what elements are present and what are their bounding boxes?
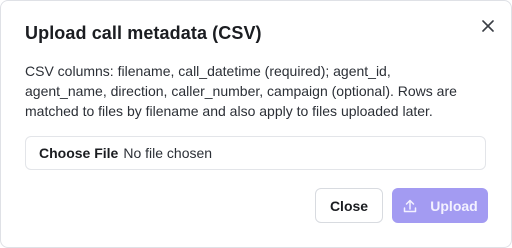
file-input[interactable]: Choose File No file chosen (25, 136, 486, 170)
upload-metadata-dialog: Upload call metadata (CSV) CSV columns: … (0, 0, 512, 248)
upload-icon (402, 198, 418, 214)
upload-button-label: Upload (430, 197, 478, 214)
choose-file-button[interactable]: Choose File (39, 145, 118, 161)
file-status-text: No file chosen (123, 145, 213, 161)
dialog-description: CSV columns: filename, call_datetime (re… (25, 63, 457, 119)
close-button-label: Close (329, 197, 369, 214)
close-icon[interactable] (479, 17, 497, 35)
close-button[interactable]: Close (315, 188, 383, 223)
upload-button[interactable]: Upload (392, 188, 488, 223)
dialog-title: Upload call metadata (CSV) (25, 23, 262, 43)
